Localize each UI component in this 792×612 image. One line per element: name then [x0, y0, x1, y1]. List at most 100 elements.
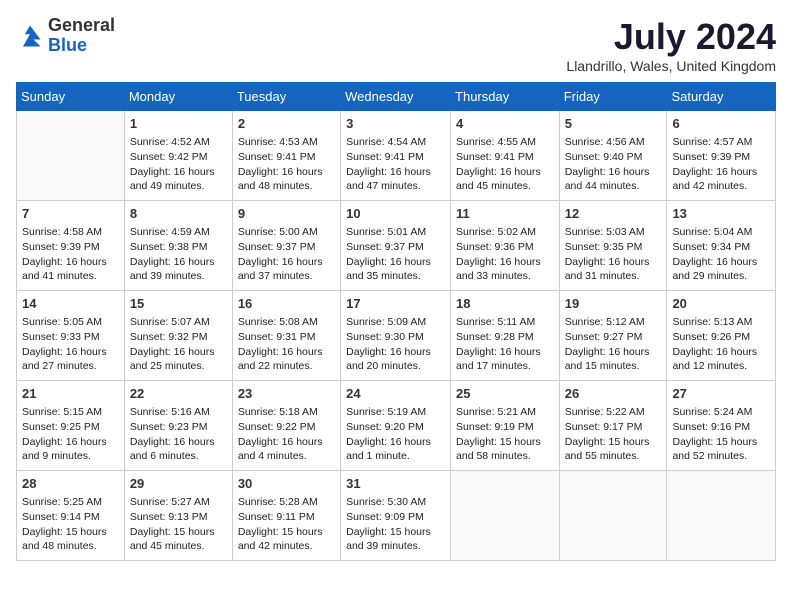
day-info: Sunrise: 5:16 AM Sunset: 9:23 PM Dayligh…: [130, 405, 227, 464]
day-info: Sunrise: 5:25 AM Sunset: 9:14 PM Dayligh…: [22, 495, 119, 554]
day-number: 8: [130, 205, 227, 223]
calendar-week-row: 7 Sunrise: 4:58 AM Sunset: 9:39 PM Daylig…: [17, 201, 776, 291]
day-info: Sunrise: 4:57 AM Sunset: 9:39 PM Dayligh…: [672, 135, 770, 194]
header-tuesday: Tuesday: [232, 83, 340, 111]
day-info: Sunrise: 5:30 AM Sunset: 9:09 PM Dayligh…: [346, 495, 445, 554]
day-number: 29: [130, 475, 227, 493]
calendar-cell: 30Sunrise: 5:28 AM Sunset: 9:11 PM Dayli…: [232, 471, 340, 561]
calendar-cell: 13Sunrise: 5:04 AM Sunset: 9:34 PM Dayli…: [667, 201, 776, 291]
title-block: July 2024 Llandrillo, Wales, United King…: [566, 16, 776, 74]
day-info: Sunrise: 5:03 AM Sunset: 9:35 PM Dayligh…: [565, 225, 662, 284]
day-info: Sunrise: 4:53 AM Sunset: 9:41 PM Dayligh…: [238, 135, 335, 194]
calendar-cell: 19Sunrise: 5:12 AM Sunset: 9:27 PM Dayli…: [559, 291, 667, 381]
calendar-cell: 2 Sunrise: 4:53 AM Sunset: 9:41 PM Daylig…: [232, 111, 340, 201]
calendar-week-row: 21 Sunrise: 5:15 AM Sunset: 9:25 PM Dayli…: [17, 381, 776, 471]
header-sunday: Sunday: [17, 83, 125, 111]
day-info: Sunrise: 5:11 AM Sunset: 9:28 PM Dayligh…: [456, 315, 554, 374]
day-info: Sunrise: 5:24 AM Sunset: 9:16 PM Dayligh…: [672, 405, 770, 464]
logo-blue: Blue: [48, 35, 87, 55]
day-number: 3: [346, 115, 445, 133]
calendar-cell: 15 Sunrise: 5:07 AM Sunset: 9:32 PM Dayli…: [124, 291, 232, 381]
calendar-cell: 7 Sunrise: 4:58 AM Sunset: 9:39 PM Daylig…: [17, 201, 125, 291]
day-number: 10: [346, 205, 445, 223]
calendar-week-row: 28 Sunrise: 5:25 AM Sunset: 9:14 PM Dayli…: [17, 471, 776, 561]
day-number: 22: [130, 385, 227, 403]
day-number: 27: [672, 385, 770, 403]
day-number: 7: [22, 205, 119, 223]
calendar-cell: 16 Sunrise: 5:08 AM Sunset: 9:31 PM Dayli…: [232, 291, 340, 381]
calendar-cell: [559, 471, 667, 561]
calendar-cell: 10 Sunrise: 5:01 AM Sunset: 9:37 PM Dayli…: [341, 201, 451, 291]
calendar-cell: [667, 471, 776, 561]
day-info: Sunrise: 4:54 AM Sunset: 9:41 PM Dayligh…: [346, 135, 445, 194]
day-info: Sunrise: 5:05 AM Sunset: 9:33 PM Dayligh…: [22, 315, 119, 374]
day-info: Sunrise: 4:56 AM Sunset: 9:40 PM Dayligh…: [565, 135, 662, 194]
day-info: Sunrise: 5:02 AM Sunset: 9:36 PM Dayligh…: [456, 225, 554, 284]
calendar-cell: [17, 111, 125, 201]
day-info: Sunrise: 5:15 AM Sunset: 9:25 PM Dayligh…: [22, 405, 119, 464]
day-info: Sunrise: 5:13 AM Sunset: 9:26 PM Dayligh…: [672, 315, 770, 374]
day-info: Sunrise: 4:52 AM Sunset: 9:42 PM Dayligh…: [130, 135, 227, 194]
header-monday: Monday: [124, 83, 232, 111]
calendar-cell: 4Sunrise: 4:55 AM Sunset: 9:41 PM Daylig…: [451, 111, 560, 201]
calendar-header-row: SundayMondayTuesdayWednesdayThursdayFrid…: [17, 83, 776, 111]
location-subtitle: Llandrillo, Wales, United Kingdom: [566, 58, 776, 74]
day-number: 19: [565, 295, 662, 313]
calendar-cell: 8 Sunrise: 4:59 AM Sunset: 9:38 PM Daylig…: [124, 201, 232, 291]
day-info: Sunrise: 5:18 AM Sunset: 9:22 PM Dayligh…: [238, 405, 335, 464]
logo-general: General: [48, 15, 115, 35]
day-info: Sunrise: 5:08 AM Sunset: 9:31 PM Dayligh…: [238, 315, 335, 374]
calendar-cell: 24 Sunrise: 5:19 AM Sunset: 9:20 PM Dayli…: [341, 381, 451, 471]
calendar-cell: 31Sunrise: 5:30 AM Sunset: 9:09 PM Dayli…: [341, 471, 451, 561]
calendar-cell: 23 Sunrise: 5:18 AM Sunset: 9:22 PM Dayli…: [232, 381, 340, 471]
day-number: 14: [22, 295, 119, 313]
calendar-cell: 3 Sunrise: 4:54 AM Sunset: 9:41 PM Daylig…: [341, 111, 451, 201]
day-number: 18: [456, 295, 554, 313]
calendar-cell: 20 Sunrise: 5:13 AM Sunset: 9:26 PM Dayli…: [667, 291, 776, 381]
calendar-cell: 21 Sunrise: 5:15 AM Sunset: 9:25 PM Dayli…: [17, 381, 125, 471]
calendar-cell: 11 Sunrise: 5:02 AM Sunset: 9:36 PM Dayli…: [451, 201, 560, 291]
calendar-cell: 25 Sunrise: 5:21 AM Sunset: 9:19 PM Dayli…: [451, 381, 560, 471]
day-number: 25: [456, 385, 554, 403]
calendar-cell: 12Sunrise: 5:03 AM Sunset: 9:35 PM Dayli…: [559, 201, 667, 291]
calendar-cell: 1 Sunrise: 4:52 AM Sunset: 9:42 PM Daylig…: [124, 111, 232, 201]
day-info: Sunrise: 5:07 AM Sunset: 9:32 PM Dayligh…: [130, 315, 227, 374]
day-info: Sunrise: 4:59 AM Sunset: 9:38 PM Dayligh…: [130, 225, 227, 284]
logo-icon: [16, 22, 44, 50]
day-info: Sunrise: 4:58 AM Sunset: 9:39 PM Dayligh…: [22, 225, 119, 284]
day-number: 17: [346, 295, 445, 313]
header-wednesday: Wednesday: [341, 83, 451, 111]
calendar-cell: 22 Sunrise: 5:16 AM Sunset: 9:23 PM Dayli…: [124, 381, 232, 471]
calendar-cell: 5Sunrise: 4:56 AM Sunset: 9:40 PM Daylig…: [559, 111, 667, 201]
day-number: 6: [672, 115, 770, 133]
calendar-cell: 26Sunrise: 5:22 AM Sunset: 9:17 PM Dayli…: [559, 381, 667, 471]
day-info: Sunrise: 5:00 AM Sunset: 9:37 PM Dayligh…: [238, 225, 335, 284]
day-number: 16: [238, 295, 335, 313]
day-number: 21: [22, 385, 119, 403]
page-header: General Blue July 2024 Llandrillo, Wales…: [16, 16, 776, 74]
day-info: Sunrise: 4:55 AM Sunset: 9:41 PM Dayligh…: [456, 135, 554, 194]
day-info: Sunrise: 5:27 AM Sunset: 9:13 PM Dayligh…: [130, 495, 227, 554]
calendar-cell: 6 Sunrise: 4:57 AM Sunset: 9:39 PM Daylig…: [667, 111, 776, 201]
day-number: 9: [238, 205, 335, 223]
day-info: Sunrise: 5:01 AM Sunset: 9:37 PM Dayligh…: [346, 225, 445, 284]
day-number: 20: [672, 295, 770, 313]
day-number: 23: [238, 385, 335, 403]
day-number: 15: [130, 295, 227, 313]
day-number: 1: [130, 115, 227, 133]
day-number: 2: [238, 115, 335, 133]
day-number: 28: [22, 475, 119, 493]
day-info: Sunrise: 5:21 AM Sunset: 9:19 PM Dayligh…: [456, 405, 554, 464]
day-info: Sunrise: 5:04 AM Sunset: 9:34 PM Dayligh…: [672, 225, 770, 284]
day-number: 24: [346, 385, 445, 403]
calendar-cell: 14 Sunrise: 5:05 AM Sunset: 9:33 PM Dayli…: [17, 291, 125, 381]
calendar-table: SundayMondayTuesdayWednesdayThursdayFrid…: [16, 82, 776, 561]
calendar-cell: 17 Sunrise: 5:09 AM Sunset: 9:30 PM Dayli…: [341, 291, 451, 381]
day-info: Sunrise: 5:19 AM Sunset: 9:20 PM Dayligh…: [346, 405, 445, 464]
day-info: Sunrise: 5:09 AM Sunset: 9:30 PM Dayligh…: [346, 315, 445, 374]
day-number: 26: [565, 385, 662, 403]
month-title: July 2024: [566, 16, 776, 58]
day-number: 11: [456, 205, 554, 223]
calendar-cell: 27 Sunrise: 5:24 AM Sunset: 9:16 PM Dayli…: [667, 381, 776, 471]
calendar-cell: 28 Sunrise: 5:25 AM Sunset: 9:14 PM Dayli…: [17, 471, 125, 561]
